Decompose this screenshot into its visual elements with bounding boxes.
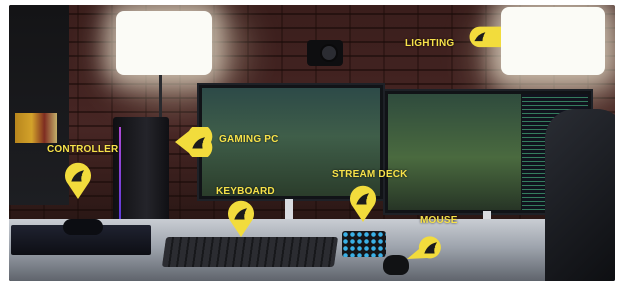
corsair-pin-icon (228, 200, 254, 237)
right-softbox-light (501, 7, 605, 75)
stream-deck-device (342, 231, 386, 257)
label-lighting: LIGHTING (405, 38, 455, 49)
label-keyboard: KEYBOARD (216, 186, 275, 197)
corsair-pin-icon (175, 127, 213, 157)
label-stream-deck: STREAM DECK (332, 169, 408, 180)
gaming-pc-tower (113, 117, 169, 229)
gaming-chair (545, 109, 615, 281)
label-controller: CONTROLLER (47, 144, 119, 155)
shelf-books (15, 113, 57, 143)
corsair-pin-icon (469, 26, 501, 48)
left-shelf (9, 5, 69, 205)
side-monitor-screen (388, 94, 521, 210)
pc-rgb-strip (119, 127, 121, 219)
keyboard-device (161, 237, 339, 267)
label-gaming-pc: GAMING PC (219, 134, 279, 145)
game-controller (63, 219, 103, 235)
corsair-pin-icon (407, 236, 441, 259)
left-softbox-light (116, 11, 212, 75)
camera-lens (320, 44, 338, 62)
corsair-pin-icon (350, 185, 376, 222)
corsair-pin-icon (65, 162, 91, 199)
desk-setup-photo: LIGHTING GAMING PC CONTROLLER KEYBOARD S… (9, 5, 615, 281)
label-mouse: MOUSE (420, 215, 458, 226)
